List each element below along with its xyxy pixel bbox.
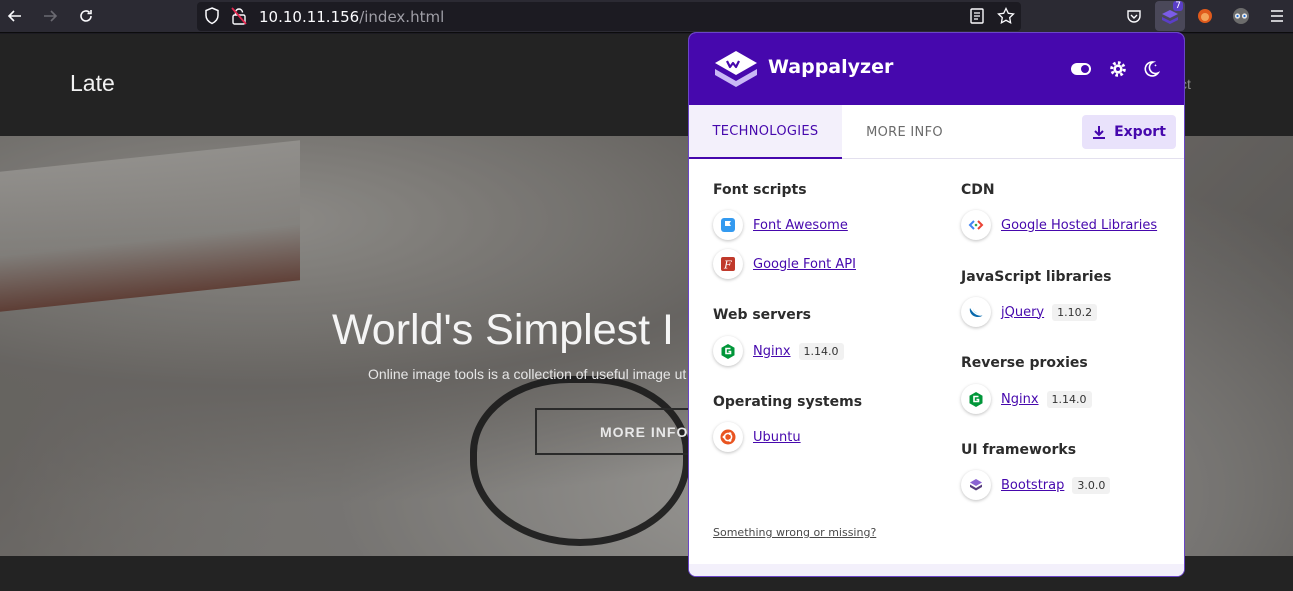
- hero-title: World's Simplest I: [332, 306, 674, 354]
- wappalyzer-tabs: TECHNOLOGIES MORE INFO Export: [689, 105, 1184, 159]
- tech-name[interactable]: jQuery: [1001, 305, 1044, 320]
- hero-background-glasses: [470, 376, 690, 546]
- hero-subtitle: Online image tools is a collection of us…: [368, 366, 687, 382]
- tech-item[interactable]: Nginx 1.14.0: [961, 384, 1092, 414]
- tech-item[interactable]: Ubuntu: [713, 422, 801, 452]
- feedback-link[interactable]: Something wrong or missing?: [713, 526, 876, 539]
- toggle-switch-icon[interactable]: [1070, 58, 1092, 80]
- url-text[interactable]: 10.10.11.156/index.html: [259, 8, 444, 26]
- fox-extension-icon[interactable]: [1192, 4, 1218, 28]
- back-arrow-icon[interactable]: [2, 4, 28, 28]
- browser-toolbar: 10.10.11.156/index.html 7: [0, 0, 1293, 33]
- tech-item[interactable]: Nginx 1.14.0: [713, 336, 844, 366]
- wappalyzer-brand: Wappalyzer: [768, 56, 894, 78]
- download-icon: [1093, 125, 1106, 139]
- settings-gear-icon[interactable]: [1107, 58, 1129, 80]
- bootstrap-icon: [961, 470, 991, 500]
- nginx-icon: [961, 384, 991, 414]
- reload-icon[interactable]: [73, 4, 99, 28]
- forward-arrow-icon[interactable]: [37, 4, 63, 28]
- jquery-icon: [961, 297, 991, 327]
- url-bar[interactable]: 10.10.11.156/index.html: [197, 2, 1021, 31]
- google-font-api-icon: F: [713, 249, 743, 279]
- tech-name[interactable]: Nginx: [1001, 392, 1039, 407]
- popup-footer-strip: [689, 564, 1184, 576]
- tech-item[interactable]: jQuery 1.10.2: [961, 297, 1098, 327]
- font-awesome-icon: [713, 210, 743, 240]
- wappalyzer-popup: Wappalyzer TECHNOLOGIES MORE INFO Export…: [688, 32, 1185, 577]
- menu-hamburger-icon[interactable]: [1264, 4, 1290, 28]
- url-host: 10.10.11.156: [259, 8, 360, 26]
- wappalyzer-extension-button[interactable]: 7: [1155, 1, 1185, 31]
- wappalyzer-header: Wappalyzer: [689, 33, 1184, 105]
- tech-name[interactable]: Google Font API: [753, 257, 856, 272]
- category-javascript-libraries: JavaScript libraries: [961, 269, 1112, 285]
- technologies-list: Font scripts Font Awesome F Google Font …: [689, 159, 1184, 576]
- tech-item[interactable]: Font Awesome: [713, 210, 848, 240]
- tab-technologies[interactable]: TECHNOLOGIES: [689, 105, 842, 159]
- tech-version: 1.10.2: [1052, 303, 1098, 321]
- tech-name[interactable]: Font Awesome: [753, 218, 848, 233]
- tech-item[interactable]: Google Hosted Libraries: [961, 210, 1157, 240]
- category-font-scripts: Font scripts: [713, 182, 807, 198]
- ubuntu-icon: [713, 422, 743, 452]
- url-path: /index.html: [359, 8, 445, 26]
- extension-badge-count: 7: [1173, 1, 1183, 11]
- tech-name[interactable]: Nginx: [753, 344, 791, 359]
- wappalyzer-logo-icon: [715, 51, 757, 87]
- dark-mode-moon-icon[interactable]: [1140, 58, 1162, 80]
- hero-more-info-button[interactable]: MORE INFO: [535, 408, 695, 455]
- pocket-icon[interactable]: [1121, 4, 1147, 28]
- tech-name[interactable]: Google Hosted Libraries: [1001, 218, 1157, 233]
- export-label: Export: [1114, 124, 1166, 140]
- insecure-lock-icon[interactable]: [231, 7, 249, 25]
- google-hosted-libraries-icon: [961, 210, 991, 240]
- category-cdn: CDN: [961, 182, 995, 198]
- site-logo[interactable]: Late: [70, 70, 115, 97]
- tech-item[interactable]: Bootstrap 3.0.0: [961, 470, 1111, 500]
- bookmark-star-icon[interactable]: [997, 6, 1015, 25]
- tech-version: 3.0.0: [1072, 476, 1111, 494]
- wappalyzer-extension-icon: [1162, 10, 1178, 24]
- spy-extension-icon[interactable]: [1228, 4, 1254, 28]
- svg-text:F: F: [723, 259, 732, 272]
- tech-item[interactable]: F Google Font API: [713, 249, 856, 279]
- reader-view-icon[interactable]: [969, 7, 987, 25]
- export-button[interactable]: Export: [1082, 115, 1176, 149]
- tech-name[interactable]: Bootstrap: [1001, 478, 1064, 493]
- category-reverse-proxies: Reverse proxies: [961, 355, 1088, 371]
- nginx-icon: [713, 336, 743, 366]
- tech-version: 1.14.0: [798, 342, 844, 360]
- category-web-servers: Web servers: [713, 307, 811, 323]
- tab-more-info[interactable]: MORE INFO: [842, 105, 967, 159]
- category-ui-frameworks: UI frameworks: [961, 442, 1077, 458]
- tech-version: 1.14.0: [1046, 390, 1092, 408]
- category-operating-systems: Operating systems: [713, 394, 863, 410]
- tech-name[interactable]: Ubuntu: [753, 430, 801, 445]
- shield-icon[interactable]: [204, 7, 222, 25]
